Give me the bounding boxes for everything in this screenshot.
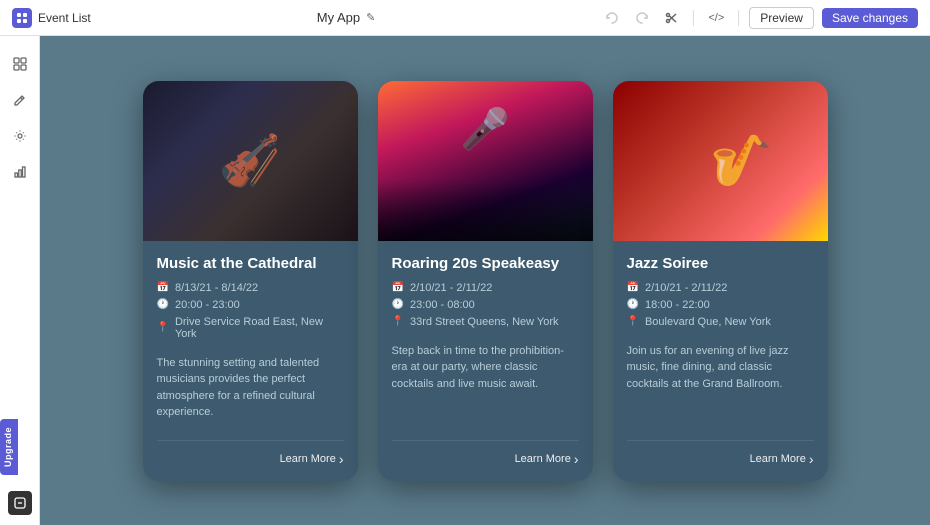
card-body-1: Music at the Cathedral 📅 8/13/21 - 8/14/…: [143, 241, 358, 481]
undo-button[interactable]: [601, 9, 623, 27]
app-title: Event List: [38, 11, 91, 25]
location-icon: 📍: [627, 316, 639, 327]
card-footer-1: Learn More: [157, 440, 344, 467]
top-bar-center: My App ✎: [317, 10, 376, 25]
bottom-left-icon[interactable]: [8, 491, 32, 515]
clock-icon: 🕐: [627, 299, 639, 310]
card-date-2: 📅 2/10/21 - 2/11/22: [392, 282, 579, 294]
card-image-1: [143, 81, 358, 241]
card-image-2: [378, 81, 593, 241]
redo-button[interactable]: [631, 9, 653, 27]
center-title: My App: [317, 10, 360, 25]
sidebar-icon-edit[interactable]: [4, 84, 36, 116]
card-body-3: Jazz Soiree 📅 2/10/21 - 2/11/22 🕐 18:00 …: [613, 241, 828, 481]
toolbar-divider-2: [738, 10, 739, 26]
card-title-2: Roaring 20s Speakeasy: [392, 255, 579, 272]
sidebar-icon-grid[interactable]: [4, 48, 36, 80]
card-location-1: 📍 Drive Service Road East, New York: [157, 316, 344, 340]
card-title-1: Music at the Cathedral: [157, 255, 344, 272]
edit-title-icon[interactable]: ✎: [366, 11, 375, 24]
card-title-3: Jazz Soiree: [627, 255, 814, 272]
card-location-3: 📍 Boulevard Que, New York: [627, 316, 814, 328]
code-button[interactable]: </>: [704, 10, 728, 26]
card-description-2: Step back in time to the prohibition-era…: [392, 343, 579, 426]
learn-more-1[interactable]: Learn More: [280, 451, 344, 467]
toolbar-divider: [693, 10, 694, 26]
upgrade-badge[interactable]: Upgrade: [0, 419, 18, 475]
card-date-3: 📅 2/10/21 - 2/11/22: [627, 282, 814, 294]
preview-button[interactable]: Preview: [749, 7, 814, 29]
event-card-2: Roaring 20s Speakeasy 📅 2/10/21 - 2/11/2…: [378, 81, 593, 481]
event-card-1: Music at the Cathedral 📅 8/13/21 - 8/14/…: [143, 81, 358, 481]
event-card-3: Jazz Soiree 📅 2/10/21 - 2/11/22 🕐 18:00 …: [613, 81, 828, 481]
top-bar: Event List My App ✎: [0, 0, 930, 36]
clock-icon: 🕐: [392, 299, 404, 310]
card-time-2: 🕐 23:00 - 08:00: [392, 299, 579, 311]
save-button[interactable]: Save changes: [822, 8, 918, 28]
calendar-icon: 📅: [627, 282, 639, 293]
calendar-icon: 📅: [392, 282, 404, 293]
card-time-3: 🕐 18:00 - 22:00: [627, 299, 814, 311]
card-date-1: 📅 8/13/21 - 8/14/22: [157, 282, 344, 294]
card-image-3: [613, 81, 828, 241]
learn-more-2[interactable]: Learn More: [515, 451, 579, 467]
calendar-icon: 📅: [157, 282, 169, 293]
sidebar-icon-settings[interactable]: [4, 120, 36, 152]
scissors-button[interactable]: [661, 9, 683, 27]
app-icon: [12, 8, 32, 28]
card-footer-2: Learn More: [392, 440, 579, 467]
card-description-1: The stunning setting and talented musici…: [157, 355, 344, 426]
card-body-2: Roaring 20s Speakeasy 📅 2/10/21 - 2/11/2…: [378, 241, 593, 481]
card-time-1: 🕐 20:00 - 23:00: [157, 299, 344, 311]
top-bar-left: Event List: [12, 8, 91, 28]
card-location-2: 📍 33rd Street Queens, New York: [392, 316, 579, 328]
location-icon: 📍: [392, 316, 404, 327]
card-footer-3: Learn More: [627, 440, 814, 467]
location-icon: 📍: [157, 322, 169, 333]
learn-more-3[interactable]: Learn More: [750, 451, 814, 467]
card-description-3: Join us for an evening of live jazz musi…: [627, 343, 814, 426]
clock-icon: 🕐: [157, 299, 169, 310]
sidebar-icon-chart[interactable]: [4, 156, 36, 188]
main-content: Music at the Cathedral 📅 8/13/21 - 8/14/…: [40, 36, 930, 525]
top-bar-right: </> Preview Save changes: [601, 7, 918, 29]
